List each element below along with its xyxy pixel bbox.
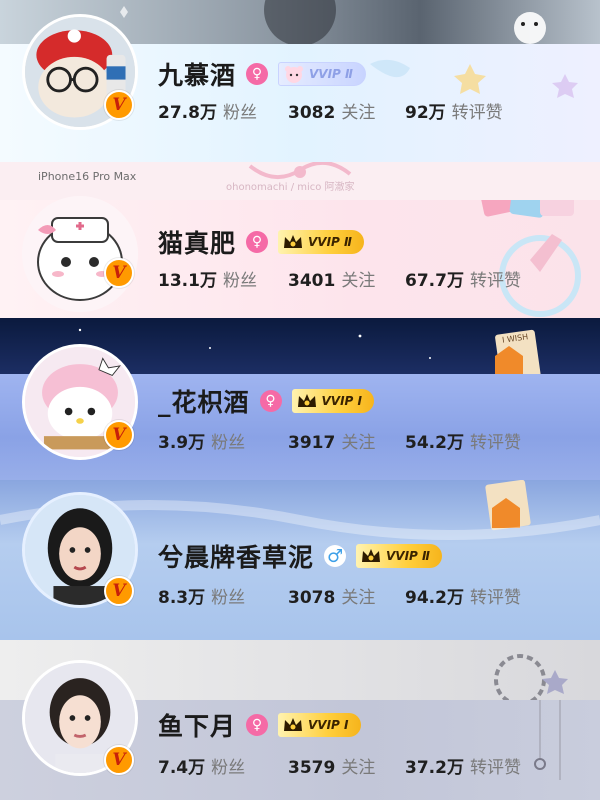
female-icon: ♀ — [259, 390, 282, 412]
followers-stat[interactable]: 3.9万 粉丝 — [158, 428, 288, 453]
interactions-label: 转评赞 — [469, 758, 521, 778]
following-count: 3579 — [288, 758, 336, 778]
followers-count: 13.1万 — [158, 271, 217, 291]
vvip-badge[interactable]: VVIP Ⅱ — [278, 62, 366, 86]
interactions-count: 94.2万 — [405, 588, 464, 608]
user-4-stats: 8.3万 粉丝 3078 关注 94.2万 转评赞 — [158, 583, 521, 608]
nurse-cat-avatar-icon — [22, 196, 138, 312]
followers-label: 粉丝 — [222, 103, 257, 123]
followers-label: 粉丝 — [211, 588, 246, 608]
interactions-stat[interactable]: 37.2万 转评赞 — [405, 753, 521, 778]
crown-icon — [360, 546, 382, 566]
following-stat[interactable]: 3082 关注 — [288, 98, 405, 123]
interactions-count: 67.7万 — [405, 271, 464, 291]
following-label: 关注 — [341, 103, 376, 123]
interactions-count: 37.2万 — [405, 758, 464, 778]
verified-badge-icon: V — [104, 576, 134, 606]
following-stat[interactable]: 3579 关注 — [288, 753, 405, 778]
following-stat[interactable]: 3917 关注 — [288, 428, 405, 453]
verified-badge-icon: V — [104, 90, 134, 120]
user-4-name[interactable]: 兮晨牌香草泥 — [158, 538, 314, 574]
following-stat[interactable]: 3401 关注 — [288, 266, 405, 291]
followers-stat[interactable]: 7.4万 粉丝 — [158, 753, 288, 778]
following-label: 关注 — [341, 588, 376, 608]
user-1-name[interactable]: 九慕酒 — [158, 56, 236, 92]
following-label: 关注 — [341, 758, 376, 778]
female-icon: ♀ — [246, 231, 269, 253]
interactions-label: 转评赞 — [451, 103, 503, 123]
verified-badge-icon: V — [104, 258, 134, 288]
verified-badge-icon: V — [104, 420, 134, 450]
user-1-stats: 27.8万 粉丝 3082 关注 92万 转评赞 — [158, 98, 503, 123]
vvip-badge[interactable]: VVIP Ⅰ — [291, 389, 374, 413]
vvip-label: VVIP Ⅱ — [308, 235, 352, 249]
following-count: 3082 — [288, 103, 336, 123]
interactions-stat[interactable]: 94.2万 转评赞 — [405, 583, 521, 608]
interactions-stat[interactable]: 67.7万 转评赞 — [405, 266, 521, 291]
interactions-label: 转评赞 — [469, 433, 521, 453]
following-label: 关注 — [341, 271, 376, 291]
interactions-stat[interactable]: 92万 转评赞 — [405, 98, 503, 123]
interactions-stat[interactable]: 54.2万 转评赞 — [405, 428, 521, 453]
vvip-badge[interactable]: VVIP Ⅰ — [278, 713, 361, 737]
following-count: 3078 — [288, 588, 336, 608]
followers-count: 8.3万 — [158, 588, 206, 608]
user-1-name-row: 九慕酒 ♀ VVIP Ⅱ — [158, 57, 366, 91]
female-icon: ♀ — [246, 63, 269, 85]
interactions-count: 92万 — [405, 103, 446, 123]
user-3-name[interactable]: _花枳酒 — [158, 383, 250, 419]
bear-crown-icon — [283, 64, 305, 84]
female-icon: ♀ — [246, 714, 269, 736]
following-stat[interactable]: 3078 关注 — [288, 583, 405, 608]
followers-count: 27.8万 — [158, 103, 217, 123]
crown-icon — [296, 391, 318, 411]
male-icon: ♂ — [324, 545, 347, 567]
followers-label: 粉丝 — [211, 758, 246, 778]
user-3-stats: 3.9万 粉丝 3917 关注 54.2万 转评赞 — [158, 428, 521, 453]
vvip-label: VVIP Ⅱ — [309, 67, 353, 81]
user-3-name-row: _花枳酒 ♀ VVIP Ⅰ — [158, 384, 374, 418]
interactions-label: 转评赞 — [469, 588, 521, 608]
user-2-name-row: 猫真肥 ♀ VVIP Ⅱ — [158, 225, 364, 259]
interactions-label: 转评赞 — [469, 271, 521, 291]
followers-label: 粉丝 — [222, 271, 257, 291]
followers-stat[interactable]: 13.1万 粉丝 — [158, 266, 288, 291]
vvip-label: VVIP Ⅱ — [386, 549, 430, 563]
followers-label: 粉丝 — [211, 433, 246, 453]
interactions-count: 54.2万 — [405, 433, 464, 453]
followers-stat[interactable]: 27.8万 粉丝 — [158, 98, 288, 123]
user-4-name-row: 兮晨牌香草泥 ♂ VVIP Ⅱ — [158, 539, 442, 573]
following-count: 3401 — [288, 271, 336, 291]
crown-icon — [282, 232, 304, 252]
following-count: 3917 — [288, 433, 336, 453]
user-5-name[interactable]: 鱼下月 — [158, 707, 236, 743]
verified-badge-icon: V — [104, 745, 134, 775]
vvip-label: VVIP Ⅰ — [321, 394, 362, 408]
user-2-name[interactable]: 猫真肥 — [158, 224, 236, 260]
user-2-avatar[interactable] — [22, 196, 138, 312]
followers-stat[interactable]: 8.3万 粉丝 — [158, 583, 288, 608]
vvip-label: VVIP Ⅰ — [308, 718, 349, 732]
user-2-stats: 13.1万 粉丝 3401 关注 67.7万 转评赞 — [158, 266, 521, 291]
user-5-name-row: 鱼下月 ♀ VVIP Ⅰ — [158, 708, 361, 742]
followers-count: 7.4万 — [158, 758, 206, 778]
user-5-stats: 7.4万 粉丝 3579 关注 37.2万 转评赞 — [158, 753, 521, 778]
following-label: 关注 — [341, 433, 376, 453]
followers-count: 3.9万 — [158, 433, 206, 453]
crown-icon — [282, 715, 304, 735]
vvip-badge[interactable]: VVIP Ⅱ — [278, 230, 364, 254]
vvip-badge[interactable]: VVIP Ⅱ — [356, 544, 442, 568]
